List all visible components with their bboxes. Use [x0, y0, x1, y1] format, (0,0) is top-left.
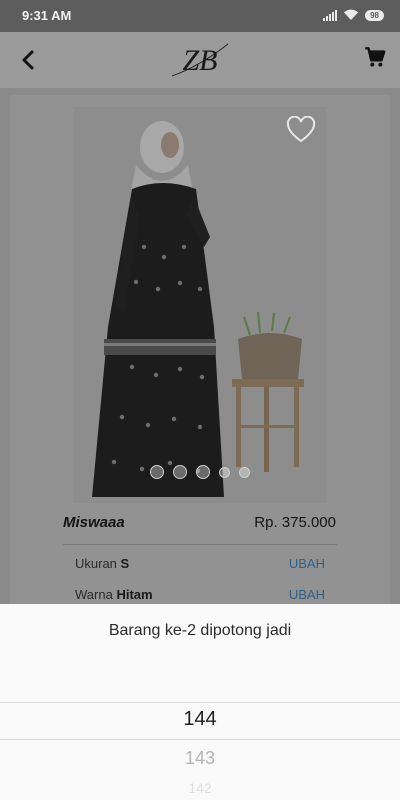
battery-icon: 98 [365, 9, 384, 21]
image-pager-dots [150, 465, 250, 479]
option-value: S [120, 556, 130, 571]
sheet-title: Barang ke-2 dipotong jadi [108, 622, 292, 639]
pager-dot[interactable] [196, 465, 210, 479]
option-row-color: Warna Hitam UBAH [75, 587, 325, 602]
wifi-icon [344, 9, 359, 20]
pager-dot[interactable] [173, 465, 187, 479]
app-header: ZB [0, 32, 400, 88]
status-time: 9:31 AM [22, 8, 72, 23]
picker-option-selected[interactable]: 144 [0, 708, 400, 731]
cart-icon[interactable] [362, 44, 388, 70]
bottom-sheet: Barang ke-2 dipotong jadi 144 143 142 [0, 604, 400, 800]
option-value: Hitam [116, 587, 153, 602]
brand-logo[interactable]: ZB [158, 36, 242, 84]
status-icons: 98 [323, 9, 384, 21]
option-label: Warna [75, 587, 113, 602]
picker-option[interactable]: 142 [0, 780, 400, 796]
change-size-button[interactable]: UBAH [289, 556, 325, 571]
heart-outline-icon[interactable] [286, 116, 316, 144]
option-label: Ukuran [75, 556, 117, 571]
option-row-size: Ukuran S UBAH [75, 556, 325, 571]
product-image[interactable] [74, 107, 326, 503]
pager-dot[interactable] [239, 467, 250, 478]
product-name: Miswaaa [63, 514, 125, 531]
logo-text: ZB [182, 44, 217, 77]
pager-dot[interactable] [219, 467, 230, 478]
change-color-button[interactable]: UBAH [289, 587, 325, 602]
back-arrow-icon[interactable] [14, 46, 42, 74]
picker-option[interactable]: 143 [0, 748, 400, 769]
signal-icon [323, 9, 338, 21]
product-price: Rp. 375.000 [254, 514, 336, 531]
product-photo-illustration [74, 107, 326, 503]
divider [63, 544, 337, 545]
pager-dot[interactable] [150, 465, 164, 479]
status-bar: 9:31 AM 98 [0, 0, 400, 32]
